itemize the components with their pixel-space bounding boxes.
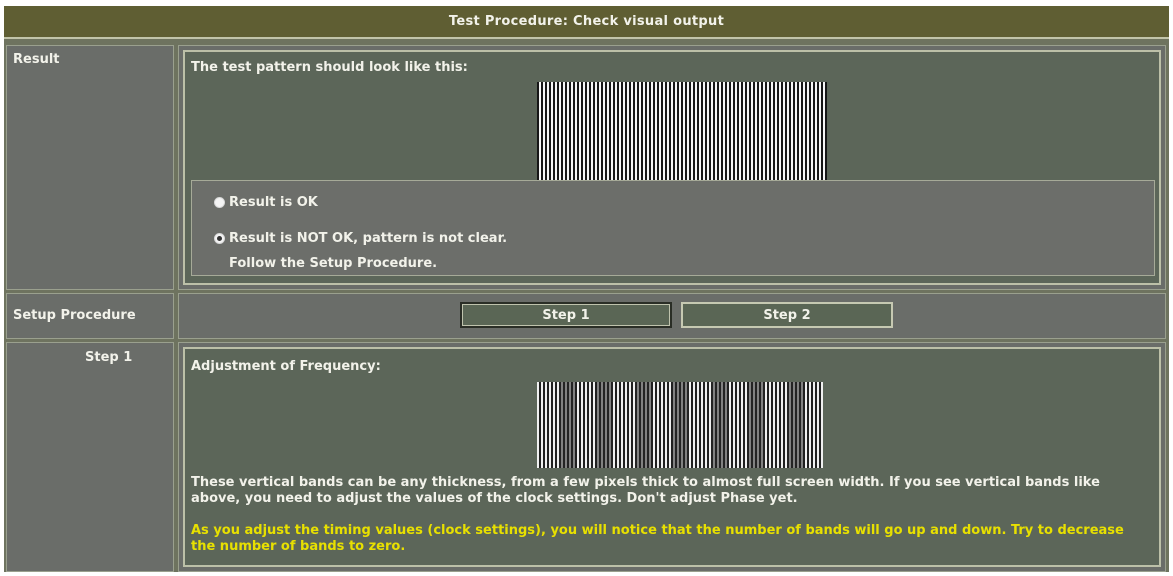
result-label: Result <box>13 52 60 67</box>
step1-label: Step 1 <box>85 350 133 365</box>
result-ok-radio[interactable] <box>214 197 225 208</box>
follow-setup-text: Follow the Setup Procedure. <box>229 256 438 271</box>
setup-label-cell: Setup Procedure <box>6 293 174 339</box>
step1-content-cell: Adjustment of Frequency: These vertical … <box>178 342 1166 572</box>
page-title: Test Procedure: Check visual output <box>4 6 1169 39</box>
result-panel: The test pattern should look like this: … <box>183 50 1161 285</box>
result-options-box: Result is OK Result is NOT OK, pattern i… <box>191 180 1155 276</box>
step-2-button[interactable]: Step 2 <box>681 302 893 328</box>
result-label-cell: Result <box>6 45 174 290</box>
frequency-note: As you adjust the timing values (clock s… <box>191 523 1124 554</box>
frequency-description: These vertical bands can be any thicknes… <box>191 475 1100 506</box>
result-not-ok-label: Result is NOT OK, pattern is not clear. <box>229 231 508 246</box>
frequency-title: Adjustment of Frequency: <box>191 359 381 374</box>
test-pattern-intro: The test pattern should look like this: <box>191 60 468 75</box>
result-content-cell: The test pattern should look like this: … <box>178 45 1166 290</box>
vertical-bands-image <box>537 382 823 468</box>
result-not-ok-radio[interactable] <box>214 233 225 244</box>
step1-panel: Adjustment of Frequency: These vertical … <box>183 347 1161 567</box>
step-1-button[interactable]: Step 1 <box>460 302 672 328</box>
result-not-ok-option[interactable]: Result is NOT OK, pattern is not clear. <box>214 231 507 246</box>
result-ok-label: Result is OK <box>229 195 318 210</box>
result-ok-option[interactable]: Result is OK <box>214 195 318 210</box>
test-procedure-panel: Test Procedure: Check visual output Resu… <box>4 6 1169 572</box>
setup-procedure-label: Setup Procedure <box>13 308 136 323</box>
setup-buttons-cell: Step 1 Step 2 <box>178 293 1166 339</box>
step1-label-cell: Step 1 <box>6 342 174 572</box>
